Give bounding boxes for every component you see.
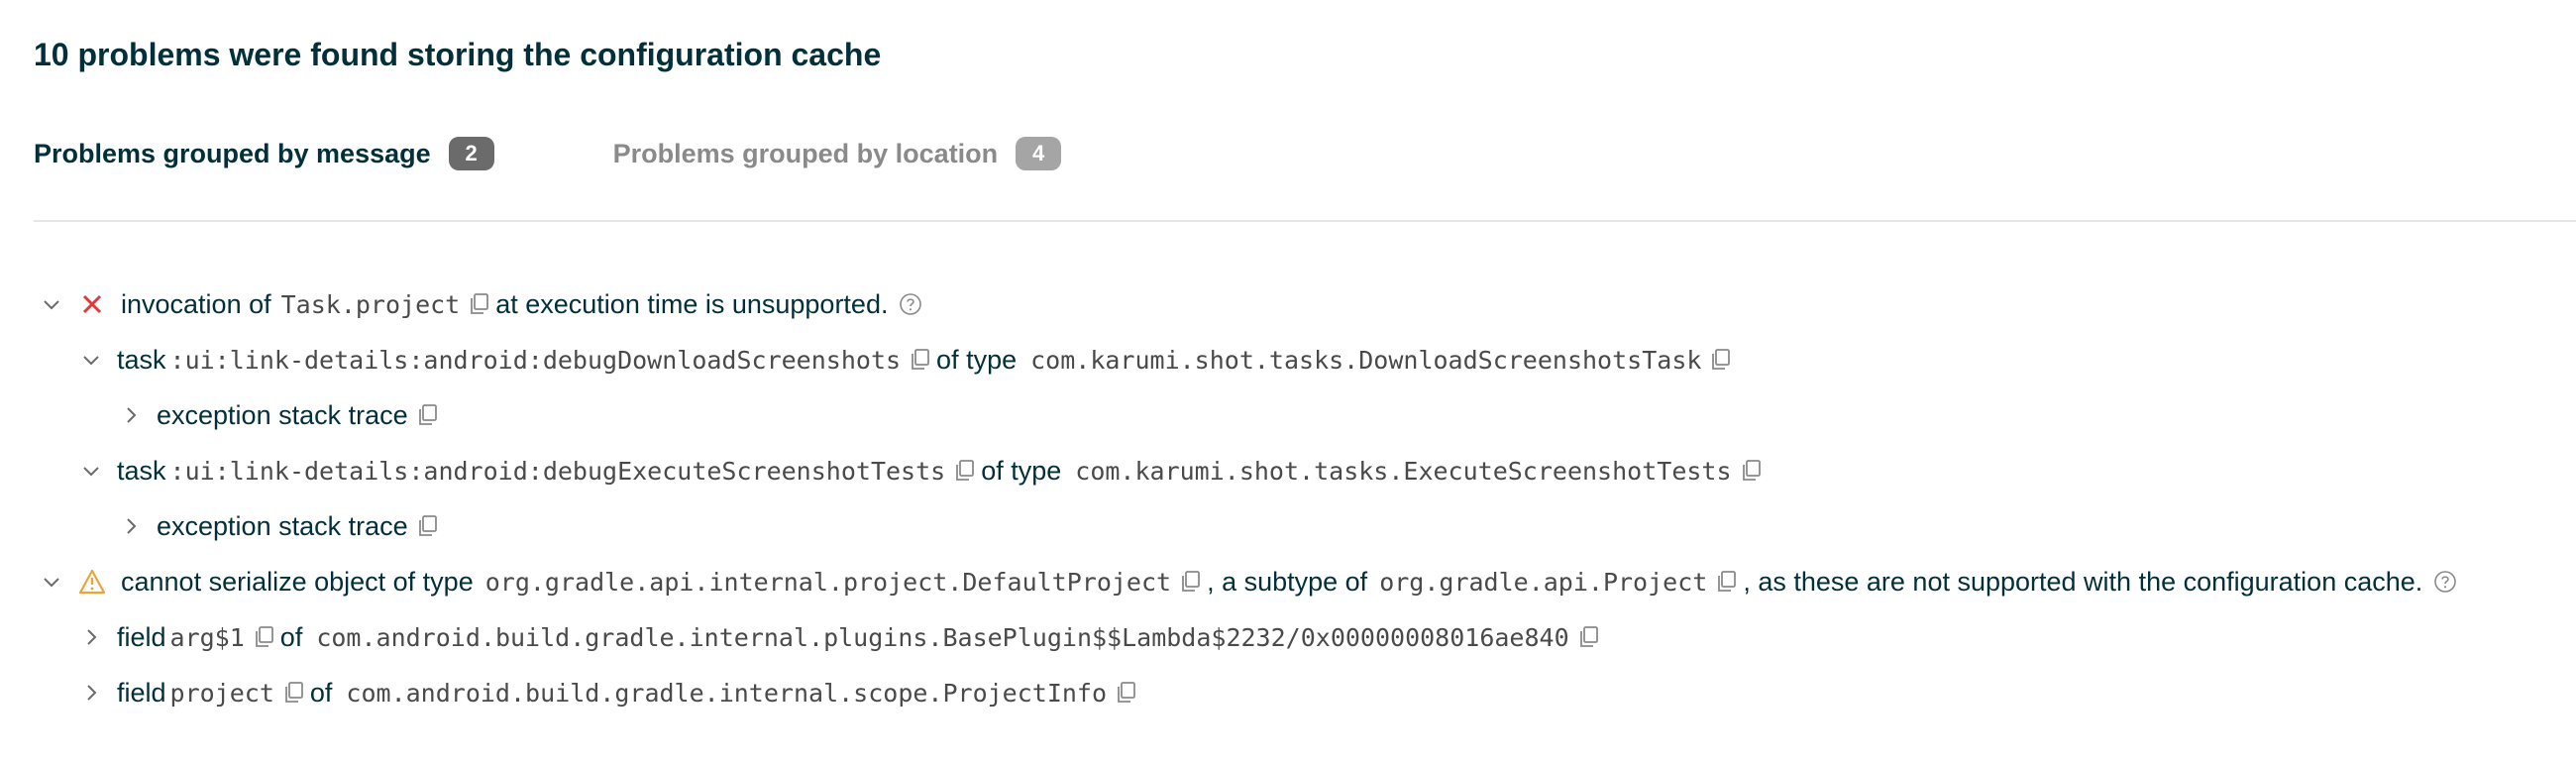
chevron-right-icon[interactable]: [77, 623, 105, 651]
chevron-right-icon[interactable]: [77, 679, 105, 707]
task-row[interactable]: task :ui:link-details:android:debugExecu…: [77, 449, 1768, 492]
tab-grouped-by-location[interactable]: Problems grouped by location 4: [613, 137, 1062, 170]
of-label: of: [279, 621, 303, 652]
tab-bar: Problems grouped by message 2 Problems g…: [34, 134, 1062, 173]
task-type: com.karumi.shot.tasks.DownloadScreenshot…: [1030, 345, 1702, 375]
tab-label: Problems grouped by location: [612, 138, 999, 168]
copy-icon[interactable]: [1713, 569, 1739, 595]
task-keyword: task: [117, 344, 166, 375]
code-reference-supertype: org.gradle.api.Project: [1379, 567, 1708, 597]
field-owner-type: com.android.build.gradle.internal.scope.…: [346, 678, 1108, 708]
copy-icon[interactable]: [280, 680, 306, 706]
task-path: :ui:link-details:android:debugDownloadSc…: [169, 345, 902, 375]
task-keyword: task: [117, 455, 166, 486]
field-row[interactable]: field arg$1 of com.android.build.gradle.…: [77, 615, 1605, 659]
code-reference: Task.project: [280, 289, 461, 319]
tab-label: Problems grouped by message: [34, 138, 431, 168]
problem-message-middle: , a subtype of: [1207, 566, 1368, 597]
copy-icon[interactable]: [1575, 624, 1601, 650]
problem-message-suffix: at execution time is unsupported.: [495, 288, 889, 319]
divider: [34, 220, 2576, 222]
chevron-right-icon[interactable]: [117, 401, 145, 429]
copy-icon[interactable]: [414, 513, 440, 539]
chevron-down-icon[interactable]: [38, 290, 65, 318]
field-name: project: [169, 678, 274, 708]
chevron-down-icon[interactable]: [77, 457, 105, 485]
count-badge: 4: [1016, 137, 1062, 170]
copy-icon[interactable]: [907, 347, 932, 373]
field-keyword: field: [117, 621, 166, 652]
field-owner-type: com.android.build.gradle.internal.plugin…: [316, 622, 1569, 652]
stack-trace-label: exception stack trace: [157, 510, 408, 541]
field-name: arg$1: [169, 622, 245, 652]
problem-row[interactable]: invocation of Task.project at execution …: [38, 282, 923, 326]
of-type-label: of type: [936, 344, 1018, 375]
copy-icon[interactable]: [951, 458, 977, 484]
report-title: 10 problems were found storing the confi…: [34, 37, 882, 72]
task-row[interactable]: task :ui:link-details:android:debugDownl…: [77, 338, 1737, 382]
copy-icon[interactable]: [1177, 569, 1203, 595]
chevron-down-icon[interactable]: [38, 568, 65, 596]
field-row[interactable]: field project of com.android.build.gradl…: [77, 671, 1142, 714]
stack-trace-row[interactable]: exception stack trace: [117, 504, 444, 548]
copy-icon[interactable]: [251, 624, 276, 650]
chevron-down-icon[interactable]: [77, 346, 105, 374]
copy-icon[interactable]: [1738, 458, 1764, 484]
copy-icon[interactable]: [414, 402, 440, 428]
help-circle-icon[interactable]: [2432, 569, 2458, 595]
stack-trace-label: exception stack trace: [157, 399, 408, 430]
warning-triangle-icon: [77, 567, 107, 597]
of-type-label: of type: [981, 455, 1062, 486]
problem-message-prefix: invocation of: [121, 288, 271, 319]
task-type: com.karumi.shot.tasks.ExecuteScreenshotT…: [1075, 456, 1732, 486]
chevron-right-icon[interactable]: [117, 512, 145, 540]
tab-grouped-by-message[interactable]: Problems grouped by message 2: [34, 137, 494, 170]
help-circle-icon[interactable]: [898, 291, 923, 317]
field-keyword: field: [117, 677, 166, 708]
of-label: of: [309, 677, 333, 708]
error-x-icon: [77, 289, 107, 319]
problem-message-prefix: cannot serialize object of type: [121, 566, 474, 597]
copy-icon[interactable]: [466, 291, 491, 317]
problem-row[interactable]: cannot serialize object of type org.grad…: [38, 560, 2458, 603]
task-path: :ui:link-details:android:debugExecuteScr…: [169, 456, 946, 486]
code-reference: org.gradle.api.internal.project.DefaultP…: [484, 567, 1172, 597]
copy-icon[interactable]: [1707, 347, 1733, 373]
stack-trace-row[interactable]: exception stack trace: [117, 393, 444, 437]
copy-icon[interactable]: [1113, 680, 1138, 706]
problem-message-suffix: , as these are not supported with the co…: [1743, 566, 2423, 597]
count-badge: 2: [448, 137, 494, 170]
